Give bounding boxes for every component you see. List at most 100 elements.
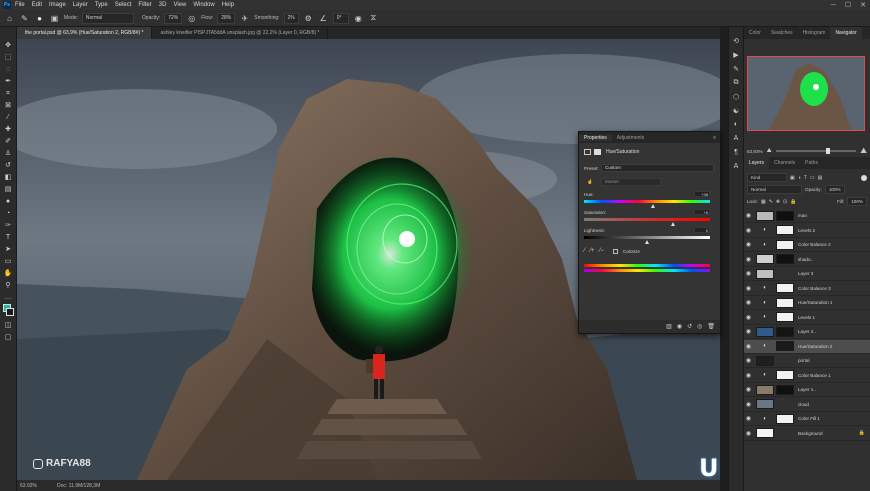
visibility-icon[interactable]: ◎ — [697, 323, 702, 330]
actions-icon[interactable]: ▶ — [731, 49, 742, 60]
reset-icon[interactable]: ↺ — [687, 323, 692, 330]
filter-type-icon[interactable]: T — [804, 175, 807, 181]
layer-name[interactable]: Levels 2 — [798, 228, 815, 233]
mode-select[interactable]: Normal — [81, 12, 134, 24]
layer-row[interactable]: ◉ ◐ Color Fill 1 — [744, 412, 870, 426]
layer-name[interactable]: Hue/Saturation 1 — [798, 300, 832, 305]
filter-pixel-icon[interactable]: ▣ — [790, 175, 795, 181]
zoom-level[interactable]: 63.93% — [20, 483, 37, 489]
menu-3d[interactable]: 3D — [159, 2, 167, 8]
quick-mask-icon[interactable]: ◫ — [2, 319, 15, 331]
tab-adjustments[interactable]: Adjustments — [612, 135, 650, 141]
layer-mask-thumbnail[interactable] — [776, 283, 794, 293]
layer-filter-select[interactable]: Kind — [747, 173, 787, 182]
tab-paths[interactable]: Paths — [800, 157, 823, 169]
layer-opacity-field[interactable]: 100% — [824, 185, 845, 194]
lock-all-icon[interactable]: 🔒 — [790, 199, 796, 205]
menu-edit[interactable]: Edit — [32, 2, 42, 8]
layer-row[interactable]: ◉ cloud — [744, 398, 870, 412]
colorize-checkbox[interactable] — [613, 248, 619, 254]
layer-thumbnail[interactable] — [756, 268, 774, 279]
fill-field[interactable]: 100% — [847, 197, 867, 206]
navigator-thumbnail[interactable] — [747, 56, 865, 131]
close-icon[interactable]: ✕ — [860, 1, 866, 9]
layer-name[interactable]: Color Balance 3 — [798, 286, 831, 291]
layer-mask-thumbnail[interactable] — [776, 297, 794, 308]
visibility-eye-icon[interactable]: ◉ — [744, 415, 753, 422]
healing-tool-icon[interactable]: ✚ — [2, 123, 15, 135]
layer-mask-thumbnail[interactable] — [776, 210, 794, 221]
layer-name[interactable]: Color Balance 2 — [798, 242, 831, 247]
layer-row[interactable]: ◉ shado.. — [744, 253, 870, 267]
layer-name[interactable]: shado.. — [798, 257, 813, 262]
channel-select[interactable]: Master — [601, 178, 661, 186]
layer-mask-thumbnail[interactable] — [776, 341, 794, 351]
filter-smart-icon[interactable]: ▤ — [818, 175, 823, 181]
menu-select[interactable]: Select — [115, 2, 132, 8]
tab-histogram[interactable]: Histogram — [798, 27, 831, 39]
paragraph-icon[interactable]: ¶ — [731, 147, 742, 158]
properties-icon[interactable]: ◐ — [731, 119, 742, 130]
navigator-zoom-slider[interactable] — [775, 148, 857, 154]
visibility-eye-icon[interactable]: ◉ — [744, 212, 753, 219]
layer-name[interactable]: Color Balance 1 — [798, 373, 831, 378]
delete-icon[interactable]: 🗑 — [707, 323, 715, 330]
gradient-tool-icon[interactable]: ▤ — [2, 183, 15, 195]
view-previous-icon[interactable]: ◉ — [677, 323, 682, 330]
angle-icon[interactable]: ∠ — [318, 13, 329, 24]
mask-icon[interactable] — [594, 149, 601, 155]
layer-name[interactable]: Hue/Saturation 2 — [798, 344, 832, 349]
eyedropper-plus-icon[interactable]: ⁄+ — [590, 248, 595, 254]
eyedropper-tool-icon[interactable]: ⁄ — [2, 111, 15, 123]
menu-layer[interactable]: Layer — [73, 2, 88, 8]
layer-thumbnail[interactable] — [756, 326, 774, 337]
home-icon[interactable]: ⌂ — [4, 13, 15, 24]
layer-row[interactable]: ◉ Layer 1.. — [744, 383, 870, 397]
navigator-zoom[interactable]: 63,93% — [747, 149, 763, 154]
layer-row[interactable]: ◉ ◐ Levels 2 — [744, 224, 870, 238]
history-brush-icon[interactable]: ↺ — [2, 159, 15, 171]
lock-paint-icon[interactable]: ✎ — [769, 199, 773, 205]
layer-mask-thumbnail[interactable] — [776, 254, 794, 264]
tab-ashley-knedler[interactable]: ashley knedler PfSPJTA5ddA unsplash.jpg … — [152, 27, 329, 39]
zoom-tool-icon[interactable]: ⚲ — [2, 279, 15, 291]
hue-value[interactable]: +38 — [694, 191, 710, 197]
menu-help[interactable]: Help — [222, 2, 234, 8]
screen-mode-icon[interactable]: ▢ — [2, 331, 15, 343]
layer-mask-thumbnail[interactable] — [776, 239, 794, 250]
symmetry-icon[interactable]: ⧖ — [368, 13, 379, 24]
menu-window[interactable]: Window — [193, 2, 214, 8]
layer-thumbnail[interactable] — [756, 254, 774, 264]
panel-menu-icon[interactable]: ≡ — [713, 135, 716, 141]
3d-icon[interactable]: ⬡ — [731, 91, 742, 102]
layer-row[interactable]: ◉ ◐ Color Balance 2 — [744, 238, 870, 252]
visibility-eye-icon[interactable]: ◉ — [744, 270, 753, 277]
blur-tool-icon[interactable]: ● — [2, 195, 15, 207]
filter-toggle-icon[interactable] — [861, 174, 867, 181]
layer-mask-thumbnail[interactable] — [776, 312, 794, 322]
layer-row[interactable]: ◉ man — [744, 209, 870, 223]
hue-slider[interactable] — [584, 200, 710, 203]
filter-adjust-icon[interactable]: ◑ — [798, 175, 801, 181]
layer-name[interactable]: Background — [798, 431, 823, 436]
tab-the-portal[interactable]: the portal.psd @ 63,9% (Hue/Saturation 2… — [17, 27, 153, 39]
brush-tool-icon[interactable]: ✎ — [19, 13, 30, 24]
layer-row[interactable]: ◉ Layer 3 — [744, 267, 870, 281]
brushes-icon[interactable]: ✎ — [731, 63, 742, 74]
visibility-eye-icon[interactable]: ◉ — [744, 343, 753, 350]
glyphs-icon[interactable]: A — [731, 161, 742, 172]
quick-select-tool-icon[interactable]: ✒ — [2, 75, 15, 87]
layer-name[interactable]: Color Fill 1 — [798, 416, 820, 421]
layer-mask-thumbnail[interactable] — [776, 413, 794, 424]
visibility-eye-icon[interactable]: ◉ — [744, 386, 753, 393]
preset-select[interactable]: Custom — [601, 164, 714, 172]
visibility-eye-icon[interactable]: ◉ — [744, 299, 753, 306]
layer-row[interactable]: ◉ ◐ Hue/Saturation 2 — [744, 339, 870, 354]
stamp-tool-icon[interactable]: ♙ — [2, 147, 15, 159]
flow-field[interactable]: 28% — [217, 12, 236, 24]
visibility-eye-icon[interactable]: ◉ — [744, 241, 753, 248]
tab-swatches[interactable]: Swatches — [766, 27, 798, 39]
layer-thumbnail[interactable] — [756, 428, 774, 438]
visibility-eye-icon[interactable]: ◉ — [744, 357, 753, 364]
shape-tool-icon[interactable]: ▭ — [2, 255, 15, 267]
